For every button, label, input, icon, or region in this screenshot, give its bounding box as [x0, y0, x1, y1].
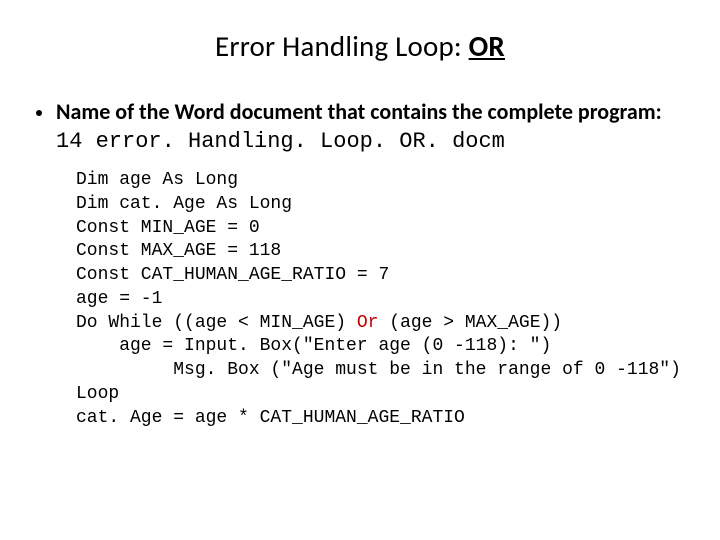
- document-name: 14 error. Handling. Loop. OR. docm: [56, 129, 505, 154]
- code-line-part: (age > MAX_AGE)): [378, 313, 562, 333]
- code-line: Dim age As Long: [76, 170, 238, 190]
- code-line: cat. Age = age * CAT_HUMAN_AGE_RATIO: [76, 408, 465, 428]
- bullet-dot-icon: [36, 110, 42, 116]
- title-text: Error Handling Loop:: [215, 28, 469, 64]
- code-line: age = Input. Box("Enter age (0 -118): "): [76, 336, 551, 356]
- code-block: Dim age As Long Dim cat. Age As Long Con…: [76, 169, 684, 430]
- bullet-item: Name of the Word document that contains …: [36, 98, 684, 155]
- slide-title: Error Handling Loop: OR: [36, 28, 684, 64]
- slide: Error Handling Loop: OR Name of the Word…: [0, 0, 720, 540]
- bullet-text: Name of the Word document that contains …: [56, 98, 684, 155]
- code-line: Dim cat. Age As Long: [76, 194, 292, 214]
- code-line: Loop: [76, 384, 119, 404]
- code-line: age = -1: [76, 289, 162, 309]
- code-line: Msg. Box ("Age must be in the range of 0…: [76, 360, 681, 380]
- code-line: Const MIN_AGE = 0: [76, 218, 260, 238]
- code-line: Const MAX_AGE = 118: [76, 241, 281, 261]
- bullet-lead: Name of the Word document that contains …: [56, 98, 662, 125]
- code-line: Const CAT_HUMAN_AGE_RATIO = 7: [76, 265, 389, 285]
- code-highlight: Or: [357, 313, 379, 333]
- title-or: OR: [469, 28, 505, 64]
- code-line-part: Do While ((age < MIN_AGE): [76, 313, 357, 333]
